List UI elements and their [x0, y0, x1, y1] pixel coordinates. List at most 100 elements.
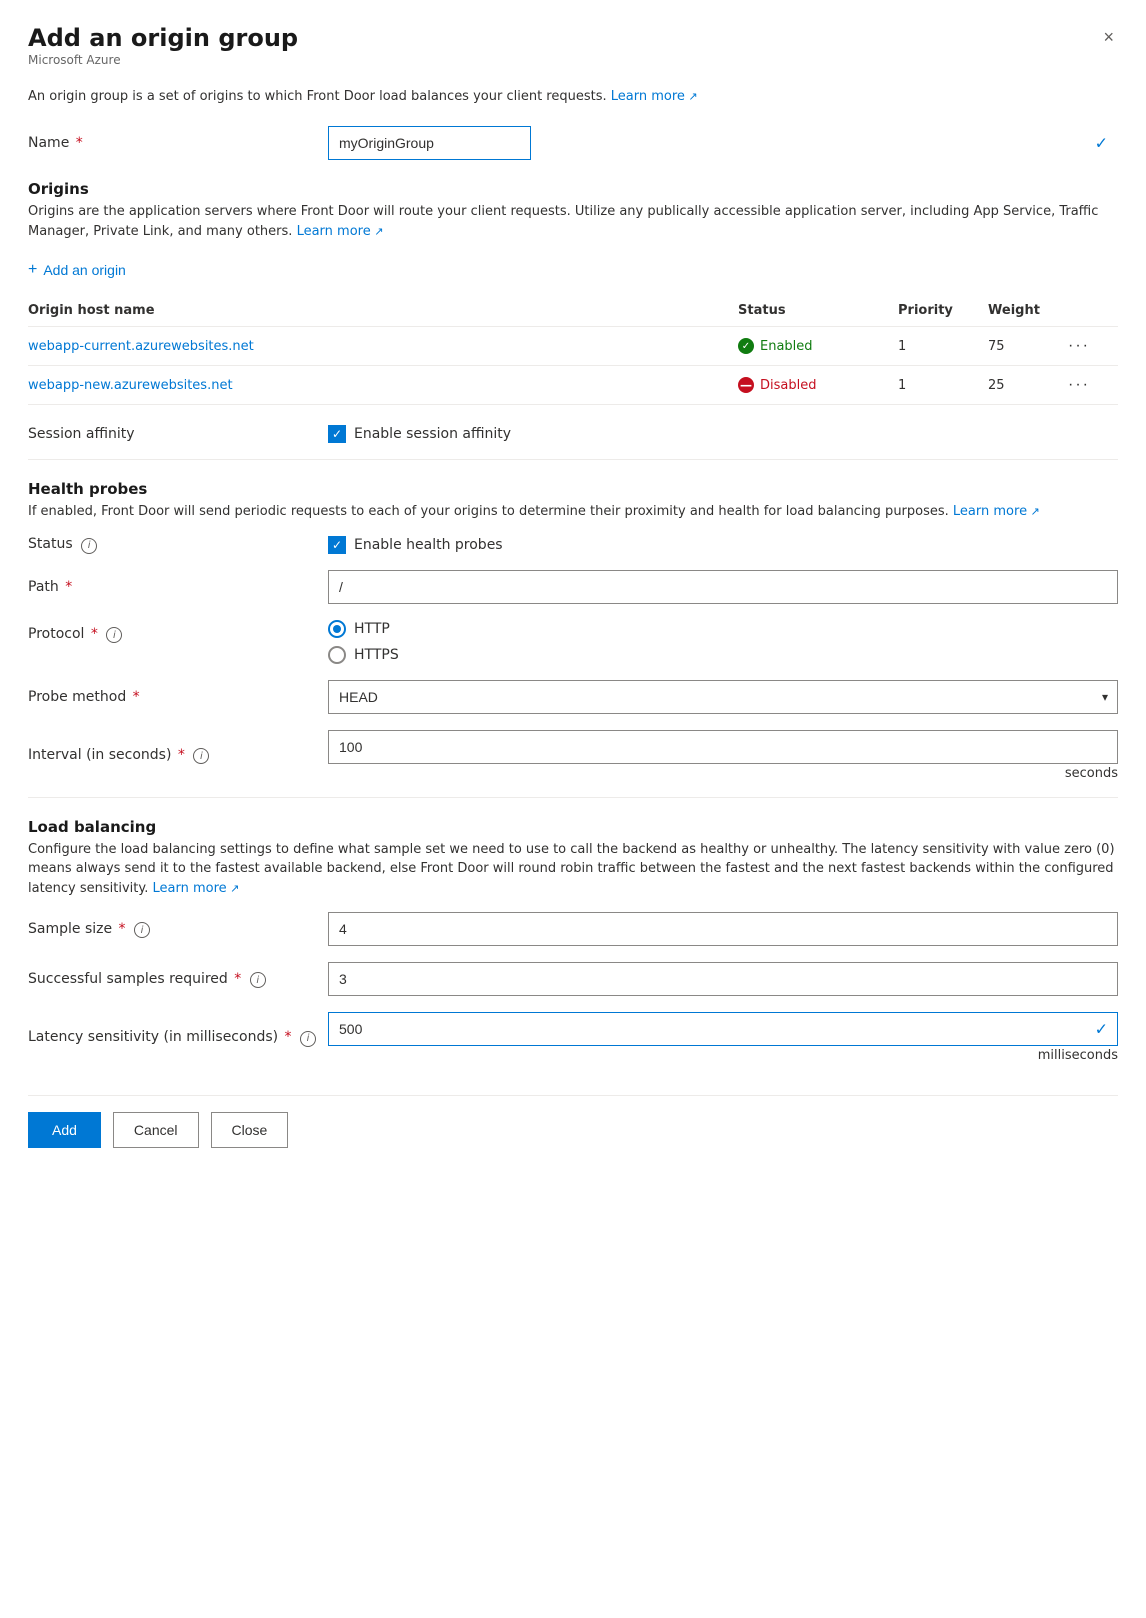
probe-method-form-row: Probe method * HEAD GET ▾ [28, 680, 1118, 714]
panel-footer: Add Cancel Close [28, 1095, 1118, 1148]
close-button[interactable]: Close [211, 1112, 289, 1148]
name-valid-check-icon: ✓ [1095, 134, 1108, 153]
origin-actions-2: ··· [1068, 366, 1118, 405]
origin-status-2: — Disabled [738, 366, 898, 405]
seconds-label: seconds [328, 766, 1118, 781]
health-probes-title: Health probes [28, 480, 1118, 498]
latency-form-row: Latency sensitivity (in milliseconds) * … [28, 1012, 1118, 1063]
col-priority: Priority [898, 295, 988, 327]
latency-input[interactable] [328, 1012, 1118, 1046]
description-learn-more-link[interactable]: Learn more [611, 89, 698, 104]
load-balancing-learn-more-link[interactable]: Learn more [153, 881, 240, 896]
status-disabled-badge-2: — Disabled [738, 377, 888, 393]
add-origin-button[interactable]: + Add an origin [28, 255, 126, 285]
successful-samples-label: Successful samples required * i [28, 971, 328, 989]
status-enabled-badge-1: ✓ Enabled [738, 338, 888, 354]
protocol-http-row: HTTP [328, 620, 1118, 638]
col-status: Status [738, 295, 898, 327]
sample-size-info-icon[interactable]: i [134, 922, 150, 938]
interval-label: Interval (in seconds) * i [28, 747, 328, 765]
origin-priority-1: 1 [898, 327, 988, 366]
health-probes-status-label: Status i [28, 536, 328, 554]
interval-input[interactable] [328, 730, 1118, 764]
divider-2 [28, 797, 1118, 798]
sample-size-form-row: Sample size * i [28, 912, 1118, 946]
health-probes-desc: If enabled, Front Door will send periodi… [28, 502, 1118, 522]
milliseconds-label: milliseconds [328, 1048, 1118, 1063]
origin-weight-1: 75 [988, 327, 1068, 366]
origin-status-1: ✓ Enabled [738, 327, 898, 366]
panel-title: Add an origin group [28, 24, 298, 53]
origins-section-title: Origins [28, 180, 1118, 198]
successful-samples-info-icon[interactable]: i [250, 972, 266, 988]
col-actions [1068, 295, 1118, 327]
origins-table-body: webapp-current.azurewebsites.net ✓ Enabl… [28, 327, 1118, 405]
divider-1 [28, 459, 1118, 460]
session-affinity-label: Session affinity [28, 426, 328, 442]
health-probes-status-info-icon[interactable]: i [81, 538, 97, 554]
origin-host-link-2[interactable]: webapp-new.azurewebsites.net [28, 378, 233, 393]
add-origin-group-panel: Add an origin group Microsoft Azure × An… [0, 0, 1146, 1618]
origin-host-link-1[interactable]: webapp-current.azurewebsites.net [28, 339, 254, 354]
sample-size-input[interactable] [328, 912, 1118, 946]
path-input[interactable] [328, 570, 1118, 604]
probe-method-select[interactable]: HEAD GET [328, 680, 1118, 714]
session-affinity-checkbox-row: ✓ Enable session affinity [328, 425, 511, 443]
protocol-http-radio[interactable] [328, 620, 346, 638]
health-probes-checkbox-label: Enable health probes [354, 537, 503, 553]
health-probes-learn-more-link[interactable]: Learn more [953, 504, 1040, 519]
latency-input-wrapper: ✓ milliseconds [328, 1012, 1118, 1063]
session-affinity-row: Session affinity ✓ Enable session affini… [28, 425, 1118, 443]
name-input[interactable] [328, 126, 531, 160]
latency-valid-wrapper: ✓ [328, 1012, 1118, 1046]
load-balancing-desc: Configure the load balancing settings to… [28, 840, 1118, 899]
add-button[interactable]: Add [28, 1112, 101, 1148]
session-affinity-checkbox[interactable]: ✓ [328, 425, 346, 443]
origins-table-header-row: Origin host name Status Priority Weight [28, 295, 1118, 327]
health-probes-checkbox[interactable]: ✓ [328, 536, 346, 554]
health-probes-status-row: Status i ✓ Enable health probes [28, 536, 1118, 554]
status-disabled-icon-2: — [738, 377, 754, 393]
interval-input-wrapper: seconds [328, 730, 1118, 781]
origin-priority-2: 1 [898, 366, 988, 405]
protocol-http-label: HTTP [354, 621, 390, 637]
successful-samples-input[interactable] [328, 962, 1118, 996]
origin-host-2: webapp-new.azurewebsites.net [28, 366, 738, 405]
origins-learn-more-link[interactable]: Learn more [297, 224, 384, 239]
protocol-https-label: HTTPS [354, 647, 399, 663]
protocol-info-icon[interactable]: i [106, 627, 122, 643]
name-input-wrapper: ✓ [328, 126, 1118, 160]
add-origin-plus-icon: + [28, 261, 37, 279]
panel-subtitle: Microsoft Azure [28, 53, 298, 67]
health-probes-check-mark: ✓ [332, 538, 342, 552]
col-weight: Weight [988, 295, 1068, 327]
origin-actions-1: ··· [1068, 327, 1118, 366]
load-balancing-title: Load balancing [28, 818, 1118, 836]
origins-table-head: Origin host name Status Priority Weight [28, 295, 1118, 327]
cancel-button[interactable]: Cancel [113, 1112, 199, 1148]
name-form-row: Name * ✓ [28, 126, 1118, 160]
probe-method-select-wrapper: HEAD GET ▾ [328, 680, 1118, 714]
latency-label: Latency sensitivity (in milliseconds) * … [28, 1029, 328, 1047]
session-affinity-check-mark: ✓ [332, 427, 342, 441]
origin-more-button-2[interactable]: ··· [1068, 376, 1090, 394]
origin-weight-2: 25 [988, 366, 1068, 405]
health-probes-checkbox-row: ✓ Enable health probes [328, 536, 503, 554]
path-label: Path * [28, 579, 328, 595]
panel-title-block: Add an origin group Microsoft Azure [28, 24, 298, 83]
table-row: webapp-new.azurewebsites.net — Disabled … [28, 366, 1118, 405]
session-affinity-checkbox-label: Enable session affinity [354, 426, 511, 442]
origins-section-desc: Origins are the application servers wher… [28, 202, 1118, 241]
close-icon-button[interactable]: × [1099, 24, 1118, 50]
table-row: webapp-current.azurewebsites.net ✓ Enabl… [28, 327, 1118, 366]
origin-more-button-1[interactable]: ··· [1068, 337, 1090, 355]
origin-host-1: webapp-current.azurewebsites.net [28, 327, 738, 366]
protocol-https-radio[interactable] [328, 646, 346, 664]
col-host-name: Origin host name [28, 295, 738, 327]
interval-info-icon[interactable]: i [193, 748, 209, 764]
panel-header: Add an origin group Microsoft Azure × [28, 24, 1118, 83]
name-label: Name * [28, 135, 328, 151]
latency-info-icon[interactable]: i [300, 1031, 316, 1047]
interval-form-row: Interval (in seconds) * i seconds [28, 730, 1118, 781]
name-required-star: * [71, 135, 82, 151]
